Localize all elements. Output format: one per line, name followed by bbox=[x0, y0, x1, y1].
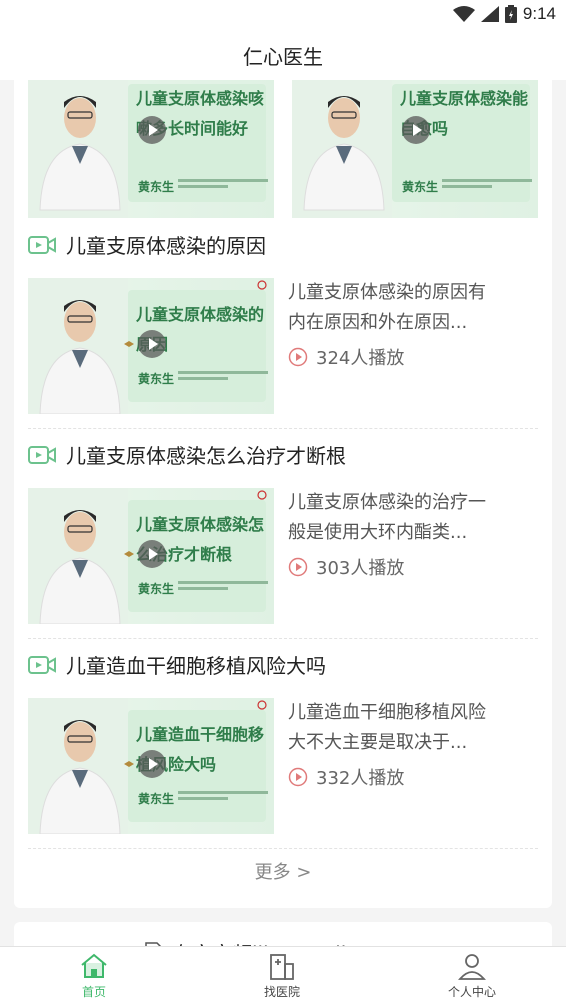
nav-profile[interactable]: 个人中心 bbox=[412, 951, 532, 1005]
wifi-icon bbox=[452, 6, 475, 22]
video-title-row[interactable]: 儿童支原体感染怎么治疗才断根 bbox=[28, 440, 346, 469]
description-line: 儿童支原体感染的原因有 bbox=[288, 282, 486, 303]
doctor-photo bbox=[303, 96, 385, 211]
content-scroll[interactable]: 儿童支原体感染咳嗽多长时间能好 黄东生 儿童支原体感染能自愈吗 黄东生 儿童支原… bbox=[0, 80, 566, 946]
battery-icon bbox=[504, 5, 517, 23]
play-icon bbox=[402, 116, 430, 144]
play-circle-icon bbox=[288, 767, 308, 787]
app-header: 仁心医生 bbox=[0, 30, 566, 80]
play-count: 324人播放 bbox=[288, 344, 404, 370]
play-circle-icon bbox=[288, 557, 308, 577]
hospital-icon bbox=[270, 954, 294, 980]
logo-icon bbox=[257, 490, 267, 500]
description-line: 般是使用大环内酯类... bbox=[288, 522, 468, 543]
page-title: 仁心医生 bbox=[243, 44, 323, 69]
play-icon bbox=[138, 116, 166, 144]
play-count: 303人播放 bbox=[288, 554, 404, 580]
play-icon bbox=[138, 330, 166, 358]
status-time: 9:14 bbox=[522, 4, 556, 23]
thumb-hospital-text bbox=[178, 581, 268, 591]
doctor-photo bbox=[39, 96, 121, 211]
status-bar: 9:14 bbox=[0, 0, 566, 30]
video-thumbnail[interactable]: 儿童支原体感染咳嗽多长时间能好 黄东生 bbox=[28, 80, 274, 218]
thumb-hospital-text bbox=[178, 791, 268, 801]
thumb-doctor-name: 黄东生 bbox=[402, 180, 439, 194]
video-title-row[interactable]: 儿童造血干细胞移植风险大吗 bbox=[28, 650, 326, 679]
section-title-row[interactable]: 专家音频likes audio bbox=[144, 938, 358, 946]
video-description: 儿童支原体感染的原因有 内在原因和外在原因... bbox=[288, 278, 518, 338]
video-camera-icon bbox=[28, 235, 56, 254]
play-count-text: 303人播放 bbox=[316, 558, 405, 579]
thumb-doctor-name: 黄东生 bbox=[138, 180, 175, 194]
video-title: 儿童支原体感染的原因 bbox=[66, 234, 266, 258]
thumb-doctor-name: 黄东生 bbox=[138, 582, 175, 596]
user-icon bbox=[458, 954, 486, 980]
graduation-cap-icon bbox=[124, 761, 134, 767]
logo-icon bbox=[257, 280, 267, 290]
play-circle-icon bbox=[288, 347, 308, 367]
video-thumbnail[interactable]: 儿童支原体感染的原因 黄东生 bbox=[28, 278, 274, 414]
status-icons: 9:14 bbox=[452, 4, 556, 24]
divider bbox=[28, 638, 538, 639]
graduation-cap-icon bbox=[124, 341, 134, 347]
graduation-cap-icon bbox=[124, 551, 134, 557]
video-title: 儿童支原体感染怎么治疗才断根 bbox=[66, 444, 346, 468]
video-description: 儿童造血干细胞移植风险 大不大主要是取决于... bbox=[288, 698, 518, 758]
home-icon bbox=[81, 953, 107, 978]
description-line: 儿童造血干细胞移植风险 bbox=[288, 702, 486, 723]
doctor-photo bbox=[39, 510, 121, 624]
play-count-text: 324人播放 bbox=[316, 348, 405, 369]
thumb-hospital-text bbox=[178, 371, 268, 381]
video-thumbnail[interactable]: 儿童支原体感染怎么治疗才断根 黄东生 bbox=[28, 488, 274, 624]
description-line: 儿童支原体感染的治疗一 bbox=[288, 492, 486, 513]
doctor-photo bbox=[39, 720, 121, 834]
nav-find-hospital[interactable]: 找医院 bbox=[222, 951, 342, 1005]
divider bbox=[28, 428, 538, 429]
bottom-nav: 首页 找医院 个人中心 bbox=[0, 946, 566, 1006]
video-title: 儿童造血干细胞移植风险大吗 bbox=[66, 654, 326, 678]
thumb-hospital-text bbox=[178, 179, 268, 189]
play-icon bbox=[138, 540, 166, 568]
audio-card: 专家音频likes audio bbox=[14, 922, 552, 946]
nav-home[interactable]: 首页 bbox=[34, 951, 154, 1005]
thumb-hospital-text bbox=[442, 179, 532, 189]
description-line: 大不大主要是取决于... bbox=[288, 732, 468, 753]
video-thumbnail[interactable]: 儿童造血干细胞移植风险大吗 黄东生 bbox=[28, 698, 274, 834]
signal-icon bbox=[480, 6, 499, 22]
logo-icon bbox=[257, 700, 267, 710]
video-list-card: 儿童支原体感染咳嗽多长时间能好 黄东生 儿童支原体感染能自愈吗 黄东生 儿童支原… bbox=[14, 80, 552, 908]
description-line: 内在原因和外在原因... bbox=[288, 312, 468, 333]
nav-label: 找医院 bbox=[263, 985, 300, 999]
play-icon bbox=[138, 750, 166, 778]
doctor-photo bbox=[39, 300, 121, 414]
play-count: 332人播放 bbox=[288, 764, 404, 790]
video-camera-icon bbox=[28, 445, 56, 464]
video-description: 儿童支原体感染的治疗一 般是使用大环内酯类... bbox=[288, 488, 518, 548]
nav-label: 个人中心 bbox=[447, 985, 496, 999]
thumb-doctor-name: 黄东生 bbox=[138, 372, 175, 386]
play-count-text: 332人播放 bbox=[316, 768, 405, 789]
more-link[interactable]: 更多 > bbox=[14, 858, 552, 884]
thumb-doctor-name: 黄东生 bbox=[138, 792, 175, 806]
section-title: 专家音频likes audio bbox=[172, 938, 358, 946]
video-thumbnail[interactable]: 儿童支原体感染能自愈吗 黄东生 bbox=[292, 80, 538, 218]
nav-label: 首页 bbox=[81, 985, 106, 999]
video-title-row[interactable]: 儿童支原体感染的原因 bbox=[28, 230, 266, 259]
video-camera-icon bbox=[28, 655, 56, 674]
divider bbox=[28, 848, 538, 849]
